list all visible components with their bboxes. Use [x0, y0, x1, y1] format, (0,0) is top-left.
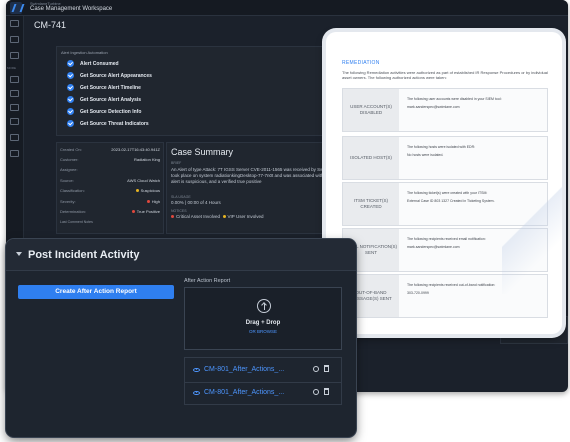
status-dot-icon [135, 189, 139, 193]
check-circle-icon [67, 72, 74, 79]
swimlane-logo-icon[interactable] [10, 2, 22, 14]
trash-icon[interactable] [324, 388, 329, 395]
post-incident-title: Post Incident Activity [28, 249, 140, 261]
check-circle-icon [67, 96, 74, 103]
browse-link[interactable]: OR BROWSE [185, 329, 341, 334]
remediation-heading: REMEDIATION [342, 60, 380, 66]
notices-list: Critical Asset Involved VIP User Involve… [171, 214, 311, 220]
automation-step: Get Source Detection Info [67, 107, 141, 116]
detail-last-comment[interactable]: Last Comment Notes [60, 220, 160, 228]
attached-files-list: CM-801_After_Actions_... CM-801_After_Ac… [184, 357, 342, 405]
file-dropzone[interactable]: Drag + Drop OR BROWSE [184, 287, 342, 350]
case-summary-title: Case Summary [171, 147, 234, 157]
detail-classification[interactable]: Classification: Suspicious [60, 188, 160, 196]
remediation-intro: The following Remediation activities wer… [342, 70, 548, 80]
chevron-down-icon[interactable] [16, 252, 22, 256]
detail-created-on: Created On: 2023-02-17T16:43:40.941Z [60, 147, 160, 152]
automation-step: Get Source Threat Indicators [67, 119, 149, 128]
chart-icon[interactable] [10, 52, 19, 59]
eye-icon[interactable] [193, 368, 200, 372]
trash-icon[interactable] [324, 365, 329, 372]
severity-dot-icon [146, 200, 150, 204]
detail-customer: Customer: Radiation King [60, 157, 160, 162]
detail-assignee[interactable]: Assignee: [60, 167, 160, 175]
automation-title: Alert Ingestion Automation [61, 50, 108, 55]
workflow-icon[interactable] [10, 104, 19, 111]
vip-icon [222, 215, 226, 219]
download-icon[interactable] [313, 366, 319, 372]
detail-determination[interactable]: Determination: True Positive [60, 209, 160, 217]
automation-step: Alert Consumed [67, 59, 119, 68]
post-incident-header[interactable]: Post Incident Activity [6, 239, 356, 271]
drag-drop-text: Drag + Drop [245, 320, 281, 326]
detail-source: Source: AWS Cloud Watch [60, 178, 160, 183]
case-summary-panel: Case Summary BRIEF An Alert of type Atta… [166, 142, 336, 234]
file-item: CM-801_After_Actions_... [185, 382, 341, 402]
file-name-link[interactable]: CM-801_After_Actions_... [204, 366, 284, 373]
automation-step: Get Source Alert Timeline [67, 83, 141, 92]
case-details-panel: Created On: 2023-02-17T16:43:40.941Z Cust… [56, 142, 164, 234]
sla-label: SLA USAGE [171, 195, 191, 199]
document-decoration [502, 174, 562, 294]
settings-icon[interactable] [10, 134, 19, 141]
brief-label: BRIEF [171, 161, 182, 165]
automation-step: Get Source Alert Appearances [67, 71, 152, 80]
file-item: CM-801_After_Actions_... [185, 360, 341, 380]
critical-icon [171, 215, 174, 219]
brief-text: An Alert of type Attack: 7T IGSS Server … [171, 167, 335, 184]
integrations-icon[interactable] [10, 118, 19, 125]
after-action-report-label: After Action Report [184, 278, 231, 284]
remediation-report-document: REMEDIATION The following Remediation ac… [326, 32, 562, 334]
determination-dot-icon [131, 210, 135, 214]
top-bar: SwimlaneTurbine Case Management Workspac… [6, 0, 568, 16]
eye-icon[interactable] [193, 391, 200, 395]
notices-label: NOTICES [171, 209, 187, 213]
check-circle-icon [67, 60, 74, 67]
workspace-title: Case Management Workspace [30, 6, 113, 12]
sla-value: 0.00% | 00:00 of 4 Hours [171, 200, 221, 205]
help-icon[interactable] [10, 150, 19, 157]
remediation-row: USER ACCOUNT(S) DISABLED The following u… [342, 88, 548, 132]
reports-icon[interactable] [10, 90, 19, 97]
automation-panel: Alert Ingestion Automation Alert Consume… [56, 46, 324, 136]
cases-icon[interactable] [10, 76, 19, 83]
post-incident-window: Post Incident Activity Create After Acti… [6, 239, 356, 437]
download-icon[interactable] [313, 389, 319, 395]
sidebar-more-label: MORE [7, 66, 16, 70]
case-id-title: CM-741 [34, 20, 67, 30]
automation-step: Get Source Alert Analysis [67, 95, 141, 104]
file-name-link[interactable]: CM-801_After_Actions_... [204, 389, 284, 396]
check-circle-icon [67, 108, 74, 115]
detail-severity[interactable]: Severity: High [60, 199, 160, 207]
create-after-action-report-button[interactable]: Create After Action Report [18, 285, 174, 299]
timer-icon[interactable] [10, 36, 19, 43]
check-circle-icon [67, 120, 74, 127]
check-circle-icon [67, 84, 74, 91]
upload-icon [257, 299, 271, 313]
dashboard-icon[interactable] [10, 20, 19, 27]
